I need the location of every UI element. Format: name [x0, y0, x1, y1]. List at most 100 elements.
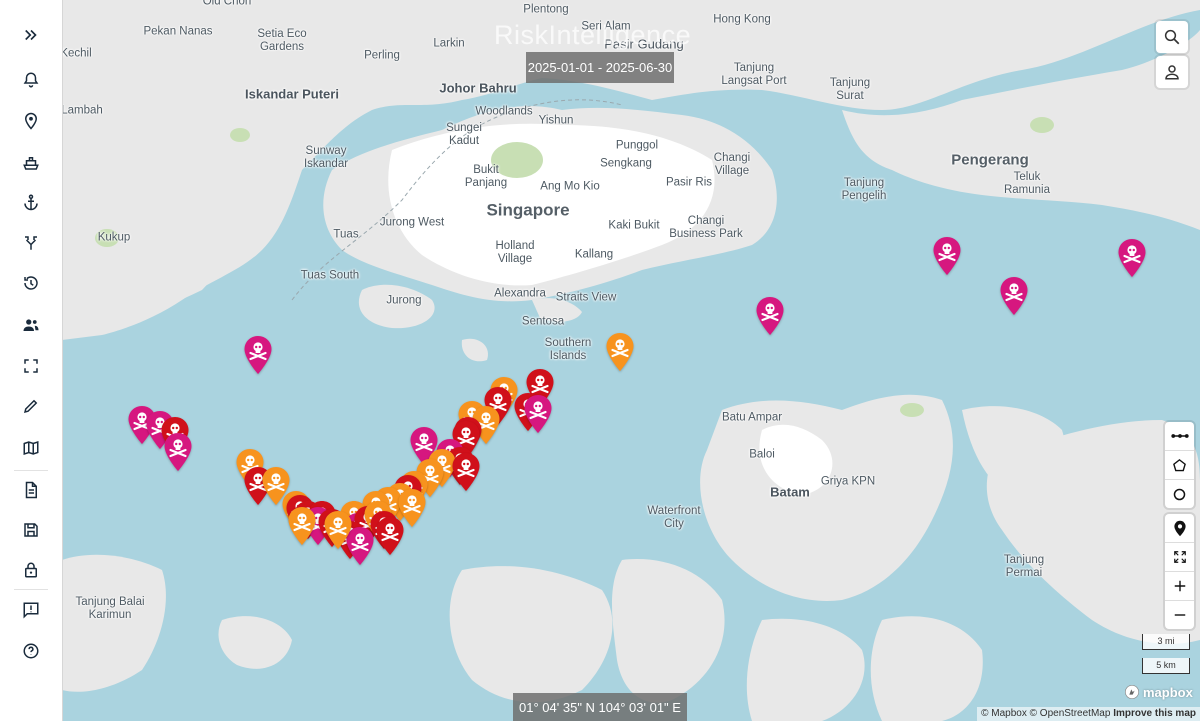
map-layers-button[interactable] — [11, 431, 51, 465]
incident-marker[interactable] — [451, 452, 481, 492]
place-label: Teluk Ramunia — [1003, 171, 1051, 196]
draw-line-tool[interactable] — [1165, 422, 1194, 451]
place-label: Changi Business Park — [669, 215, 743, 240]
routes-button[interactable] — [11, 226, 51, 260]
skull-crossbones-icon — [933, 237, 961, 275]
map-nav-tools — [1165, 514, 1194, 629]
feedback-button[interactable] — [11, 593, 51, 627]
draw-circle-tool[interactable] — [1165, 480, 1194, 508]
place-label: Bukit Panjang — [464, 164, 508, 189]
place-label: Singapore — [486, 200, 570, 220]
place-label: Setia Eco Gardens — [257, 28, 307, 53]
place-label: Iskandar Puteri — [245, 86, 339, 102]
place-label: Larkin — [433, 37, 465, 50]
improve-map-link[interactable]: Improve this map — [1113, 708, 1196, 719]
lock-button[interactable] — [11, 553, 51, 587]
plus-icon — [1174, 580, 1185, 592]
place-label: Tuas South — [300, 269, 360, 282]
locations-button[interactable] — [11, 104, 51, 138]
coordinate-readout: 01° 04' 35" N 104° 03' 01" E — [513, 693, 687, 721]
reports-button[interactable] — [11, 473, 51, 507]
ship-icon — [23, 157, 39, 170]
attribution-mapbox-link[interactable]: © Mapbox — [981, 708, 1027, 719]
circle-tool-icon — [1173, 488, 1186, 500]
place-label: Pengerang — [951, 151, 1029, 169]
vessels-button[interactable] — [11, 146, 51, 180]
draw-button[interactable] — [11, 389, 51, 423]
skull-crossbones-icon — [1000, 277, 1028, 315]
skull-crossbones-icon — [1118, 239, 1146, 277]
place-label: Pekan Nanas — [143, 25, 213, 38]
place-label: Griya KPN — [820, 475, 876, 488]
place-label: Lambah — [62, 104, 103, 117]
area-select-button[interactable] — [11, 349, 51, 383]
fullscreen-button[interactable] — [1165, 543, 1194, 572]
place-label: Ang Mo Kio — [540, 180, 600, 193]
history-icon — [24, 276, 38, 290]
zoom-in-button[interactable] — [1165, 572, 1194, 601]
incident-marker[interactable] — [323, 510, 353, 550]
map-canvas[interactable]: Old Chon Pekan Nanas Setia Eco Gardens P… — [62, 0, 1200, 721]
feedback-icon — [23, 602, 39, 619]
scale-bar-miles: 3 mi — [1142, 634, 1190, 650]
bell-icon — [23, 72, 39, 88]
place-label: Tanjung Balai Karimun — [75, 596, 145, 621]
place-label: Yishun — [538, 114, 574, 127]
incident-marker[interactable] — [523, 394, 553, 434]
route-fork-icon — [25, 236, 37, 250]
place-label: Sentosa — [521, 315, 565, 328]
place-label: Jurong West — [379, 216, 445, 229]
ports-button[interactable] — [11, 185, 51, 219]
expand-chevrons-icon — [25, 29, 37, 41]
frame-select-icon — [24, 359, 38, 373]
incident-marker[interactable] — [1117, 238, 1147, 278]
map-attribution: © Mapbox © OpenStreetMap Improve this ma… — [977, 707, 1200, 721]
save-button[interactable] — [11, 513, 51, 547]
minus-icon — [1174, 614, 1185, 616]
locate-button[interactable] — [1165, 514, 1194, 543]
document-icon — [25, 481, 37, 499]
incident-marker[interactable] — [243, 335, 273, 375]
sidebar — [0, 0, 63, 721]
incident-marker[interactable] — [163, 432, 193, 472]
place-label: Sengkang — [600, 157, 652, 170]
expand-sidebar-button[interactable] — [11, 18, 51, 52]
polygon-tool-icon — [1173, 458, 1186, 471]
scale-bar-km: 5 km — [1142, 658, 1190, 674]
skull-crossbones-icon — [756, 297, 784, 335]
people-button[interactable] — [11, 308, 51, 342]
search-icon — [1164, 29, 1180, 45]
user-button[interactable] — [1156, 56, 1188, 88]
incident-marker[interactable] — [605, 332, 635, 372]
mapbox-logo-icon — [1125, 685, 1139, 699]
zoom-out-button[interactable] — [1165, 601, 1194, 629]
attribution-osm-link[interactable]: © OpenStreetMap — [1030, 708, 1111, 719]
history-button[interactable] — [11, 266, 51, 300]
place-label: Waterfront City — [647, 505, 701, 530]
incident-marker[interactable] — [755, 296, 785, 336]
skull-crossbones-icon — [376, 517, 404, 555]
user-icon — [1165, 65, 1179, 80]
place-label: Perling — [364, 49, 400, 62]
help-button[interactable] — [11, 634, 51, 668]
fullscreen-icon — [1173, 551, 1186, 563]
date-range-badge[interactable]: 2025-01-01 - 2025-06-30 — [526, 52, 674, 83]
incident-marker[interactable] — [287, 506, 317, 546]
search-button[interactable] — [1156, 21, 1188, 53]
place-label: Tanjung Surat — [829, 77, 871, 102]
map-icon — [23, 440, 39, 456]
draw-polygon-tool[interactable] — [1165, 451, 1194, 480]
place-label: Tuas — [333, 228, 359, 241]
incident-marker[interactable] — [999, 276, 1029, 316]
skull-crossbones-icon — [164, 433, 192, 471]
incident-marker[interactable] — [375, 516, 405, 556]
place-label: Punggol — [615, 139, 659, 152]
incident-marker[interactable] — [932, 236, 962, 276]
alerts-button[interactable] — [11, 63, 51, 97]
place-label: Sunway Iskandar — [303, 145, 349, 170]
skull-crossbones-icon — [288, 507, 316, 545]
lock-icon — [25, 562, 37, 578]
skull-crossbones-icon — [606, 333, 634, 371]
save-icon — [24, 523, 38, 537]
skull-crossbones-icon — [524, 395, 552, 433]
